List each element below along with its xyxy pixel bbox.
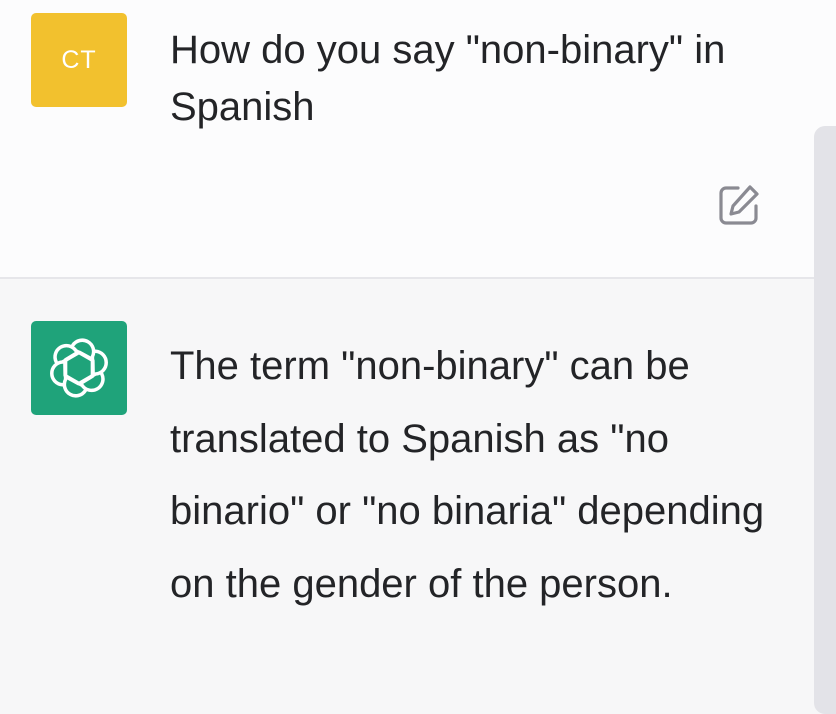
assistant-avatar: [31, 321, 127, 415]
user-avatar-initials: CT: [61, 45, 97, 74]
user-message-text: How do you say "non-binary" in Spanish: [170, 28, 726, 129]
assistant-message-text: The term "non-binary" can be translated …: [170, 344, 765, 606]
edit-icon[interactable]: [712, 178, 766, 232]
scrollbar[interactable]: [814, 126, 836, 714]
openai-logo-icon: [50, 338, 108, 398]
user-avatar: CT: [31, 13, 127, 107]
